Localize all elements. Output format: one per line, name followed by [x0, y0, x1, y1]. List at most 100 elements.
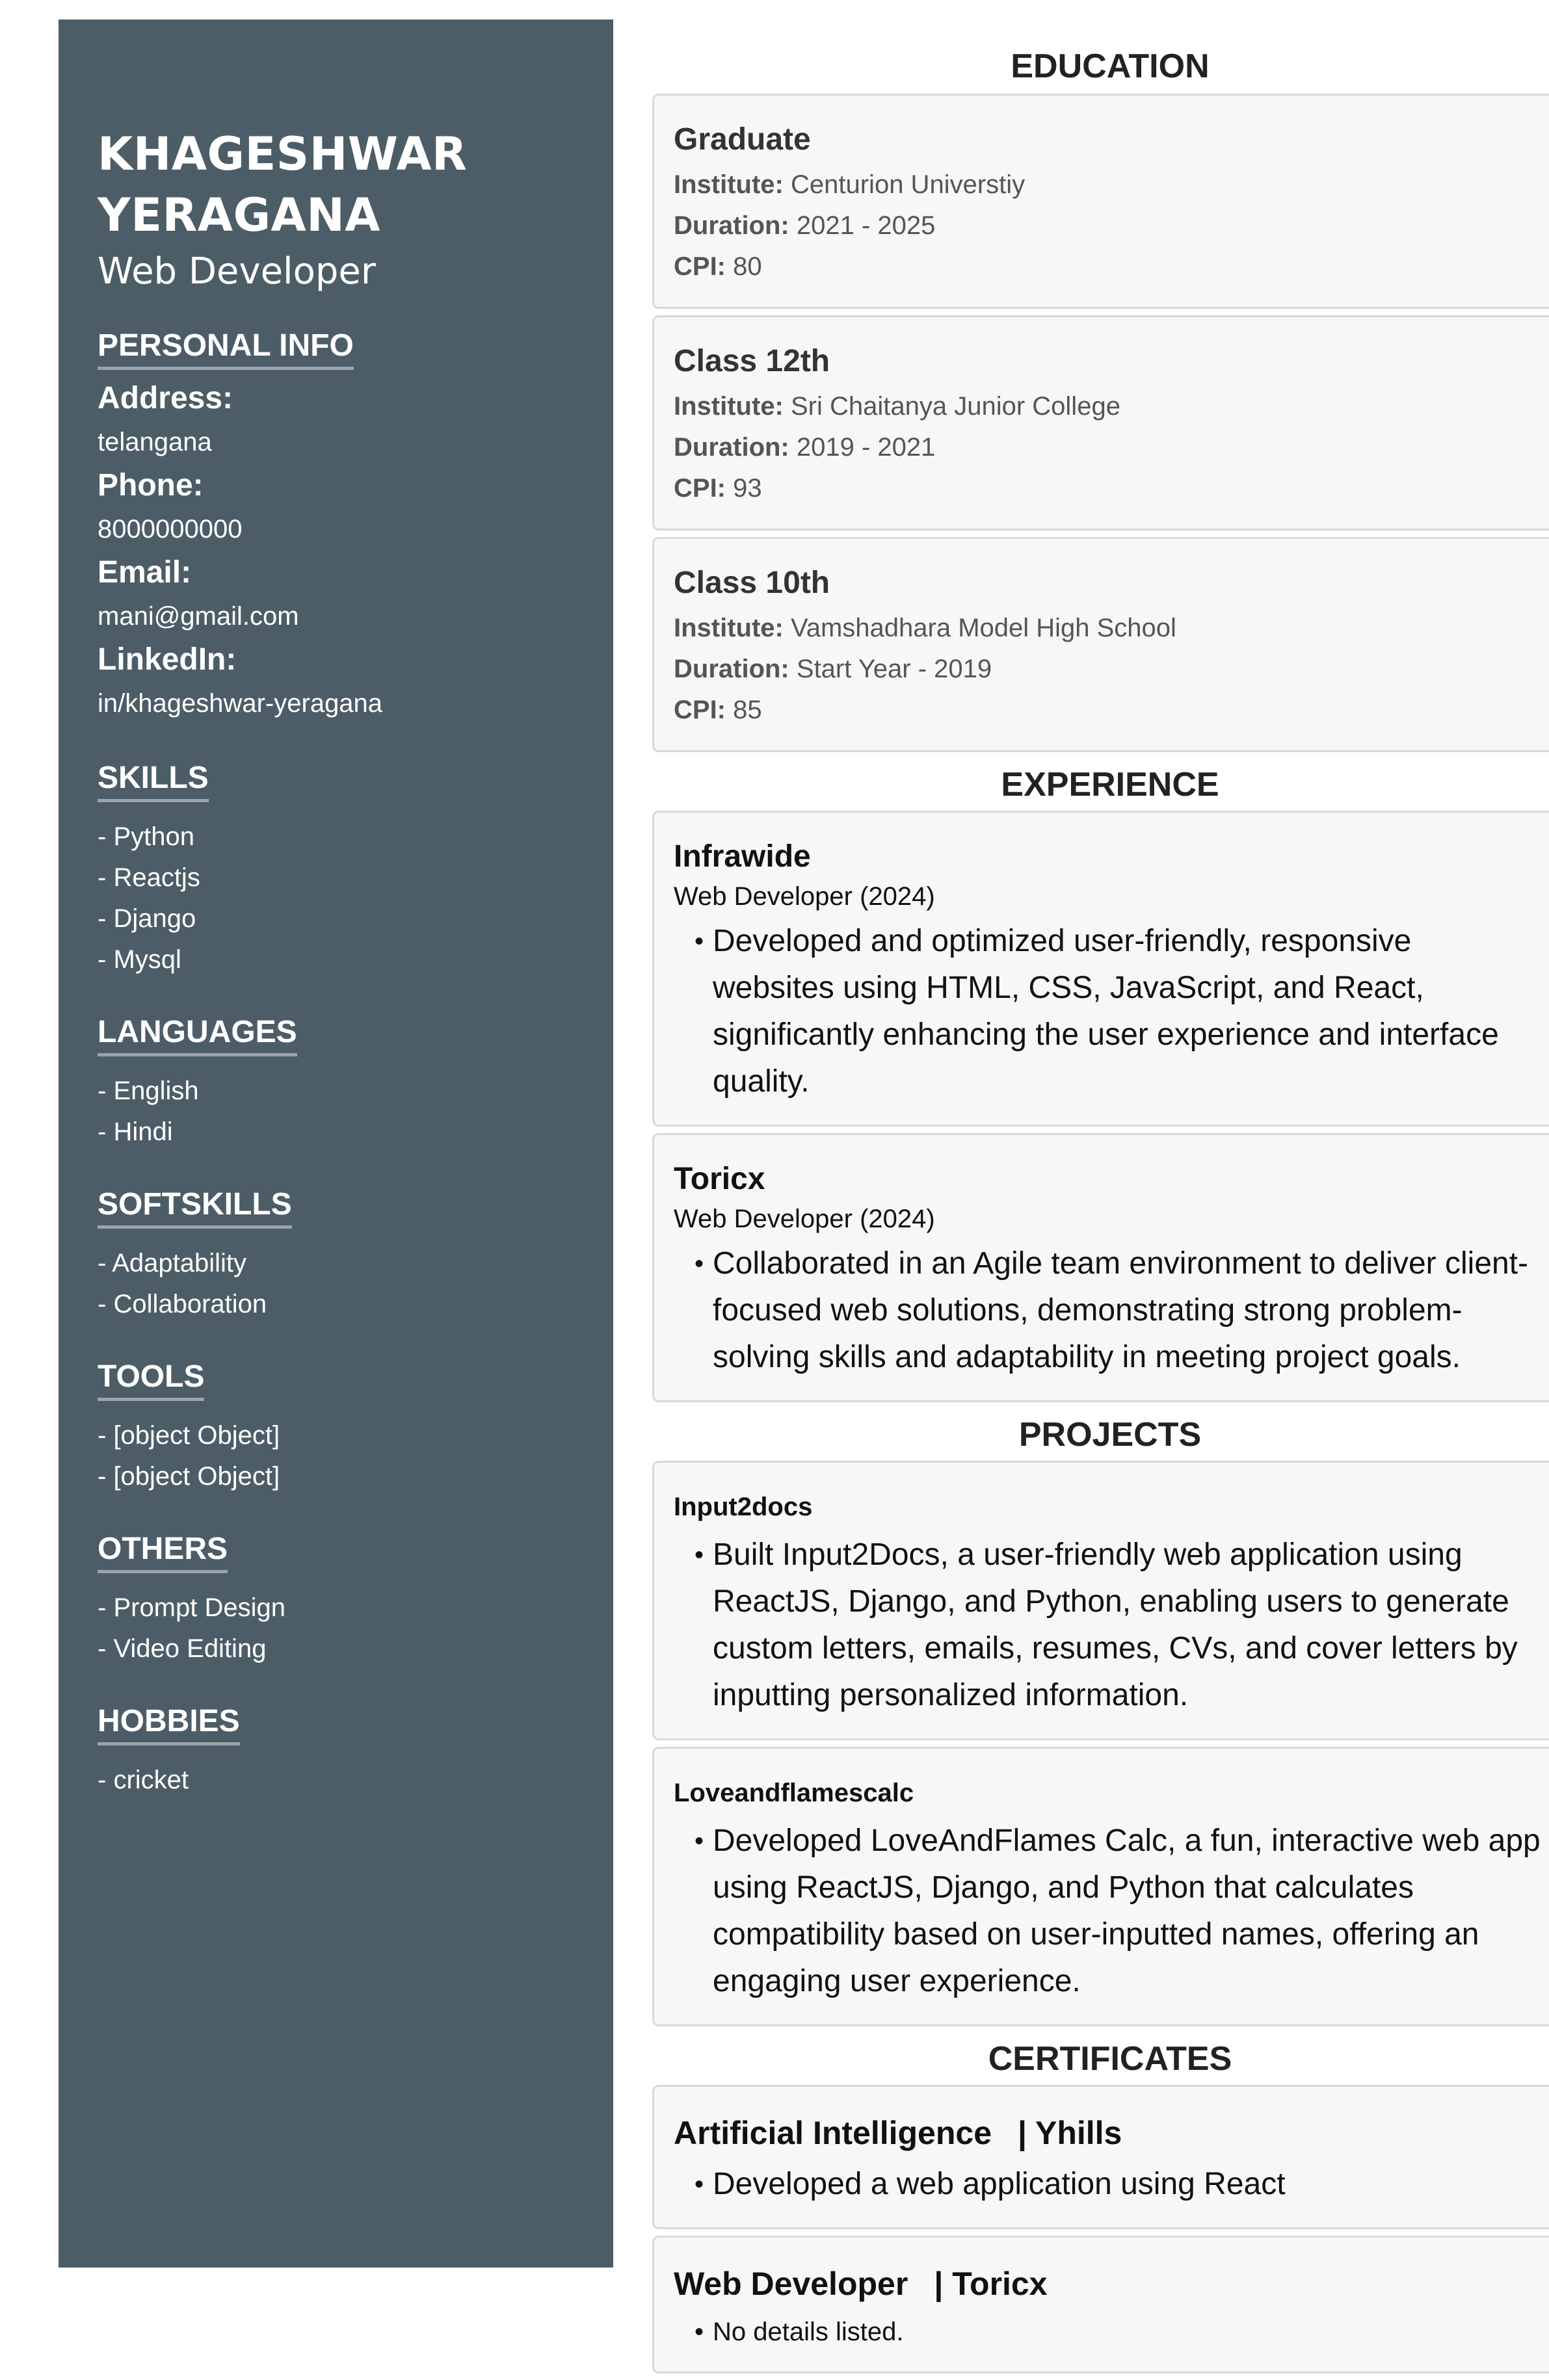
- certificate-card: Artificial Intelligence | Yhills Develope…: [652, 2085, 1549, 2229]
- duration-value: 2021 - 2025: [796, 211, 936, 240]
- skill-item: Python: [98, 817, 574, 857]
- duration-value: 2019 - 2021: [796, 433, 936, 462]
- project-card: Loveandflamescalc Developed LoveAndFlame…: [652, 1747, 1549, 2026]
- education-duration: Duration: 2019 - 2021: [674, 427, 1541, 468]
- education-title: Graduate: [674, 122, 811, 157]
- skills-list: Python Reactjs Django Mysql: [98, 817, 574, 980]
- address-value: telangana: [98, 428, 212, 456]
- experience-bullet: Collaborated in an Agile team environmen…: [695, 1240, 1541, 1381]
- certificate-title: Web Developer | Toricx: [674, 2261, 1541, 2307]
- education-institute: Institute: Sri Chaitanya Junior College: [674, 386, 1541, 427]
- education-cpi: CPI: 93: [674, 468, 1541, 509]
- project-title: Loveandflamescalc: [674, 1779, 914, 1807]
- experience-heading: EXPERIENCE: [1001, 766, 1219, 804]
- name-line-2: YERAGANA: [98, 189, 380, 242]
- education-title: Class 12th: [674, 344, 830, 378]
- softskills-list: Adaptability Collaboration: [98, 1243, 574, 1325]
- education-card: Graduate Institute: Centurion Universtiy…: [652, 94, 1549, 309]
- skills-heading: SKILLS: [98, 759, 209, 802]
- institute-value: Vamshadhara Model High School: [791, 614, 1176, 642]
- certificate-bullets: No details listed.: [674, 2312, 1541, 2352]
- experience-role: Web Developer (2024): [674, 1205, 935, 1233]
- institute-label: Institute:: [674, 170, 784, 199]
- email-value: mani@gmail.com: [98, 602, 299, 631]
- institute-value: Sri Chaitanya Junior College: [791, 392, 1120, 421]
- email-label: Email:: [98, 555, 192, 590]
- linkedin-value: in/khageshwar-yeragana: [98, 689, 383, 718]
- skill-item: Mysql: [98, 939, 574, 980]
- project-bullet: Built Input2Docs, a user-friendly web ap…: [695, 1532, 1541, 1719]
- tools-heading: TOOLS: [98, 1357, 205, 1401]
- main-content: EDUCATION Graduate Institute: Centurion …: [652, 46, 1549, 2380]
- institute-label: Institute:: [674, 392, 784, 421]
- cpi-value: 85: [733, 696, 762, 724]
- institute-value: Centurion Universtiy: [791, 170, 1026, 199]
- sidebar: KHAGESHWAR YERAGANA Web Developer PERSON…: [59, 20, 613, 2268]
- certificate-bullet: Developed a web application using React: [695, 2161, 1541, 2208]
- others-list: Prompt Design Video Editing: [98, 1588, 574, 1669]
- cpi-label: CPI:: [674, 252, 726, 281]
- softskill-item: Adaptability: [98, 1243, 574, 1284]
- tools-section: TOOLS [object Object] [object Object]: [98, 1357, 574, 1497]
- experience-bullets: Developed and optimized user-friendly, r…: [674, 918, 1541, 1105]
- softskills-heading: SOFTSKILLS: [98, 1185, 292, 1229]
- project-bullets: Built Input2Docs, a user-friendly web ap…: [674, 1532, 1541, 1719]
- certificate-title: Artificial Intelligence | Yhills: [674, 2110, 1541, 2156]
- languages-list: English Hindi: [98, 1071, 574, 1153]
- duration-label: Duration:: [674, 655, 789, 683]
- language-item: English: [98, 1071, 574, 1112]
- projects-heading: PROJECTS: [1018, 1416, 1202, 1454]
- education-cpi: CPI: 80: [674, 246, 1541, 287]
- institute-label: Institute:: [674, 614, 784, 642]
- skill-item: Django: [98, 898, 574, 939]
- cpi-value: 80: [733, 252, 762, 281]
- education-cpi: CPI: 85: [674, 690, 1541, 731]
- experience-card: Infrawide Web Developer (2024) Developed…: [652, 811, 1549, 1127]
- certificates-heading: CERTIFICATES: [988, 2040, 1232, 2078]
- skills-section: SKILLS Python Reactjs Django Mysql: [98, 759, 574, 980]
- cpi-label: CPI:: [674, 696, 726, 724]
- softskills-section: SOFTSKILLS Adaptability Collaboration: [98, 1185, 574, 1325]
- project-card: Input2docs Built Input2Docs, a user-frie…: [652, 1461, 1549, 1740]
- hobby-item: cricket: [98, 1760, 574, 1801]
- project-title: Input2docs: [674, 1493, 813, 1521]
- linkedin-label: LinkedIn:: [98, 642, 237, 677]
- experience-role: Web Developer (2024): [674, 882, 935, 911]
- experience-bullet: Developed and optimized user-friendly, r…: [695, 918, 1541, 1105]
- cpi-value: 93: [733, 474, 762, 503]
- name-line-1: KHAGESHWAR: [98, 127, 468, 181]
- language-item: Hindi: [98, 1112, 574, 1153]
- education-institute: Institute: Centurion Universtiy: [674, 164, 1541, 205]
- others-section: OTHERS Prompt Design Video Editing: [98, 1530, 574, 1669]
- hobbies-section: HOBBIES cricket: [98, 1702, 574, 1801]
- education-institute: Institute: Vamshadhara Model High School: [674, 608, 1541, 649]
- education-card: Class 12th Institute: Sri Chaitanya Juni…: [652, 315, 1549, 530]
- duration-label: Duration:: [674, 211, 789, 240]
- certificate-issuer: | Toricx: [934, 2266, 1048, 2302]
- personal-info-heading: PERSONAL INFO: [98, 326, 354, 370]
- education-heading: EDUCATION: [1011, 47, 1210, 85]
- languages-section: LANGUAGES English Hindi: [98, 1013, 574, 1153]
- languages-heading: LANGUAGES: [98, 1013, 297, 1056]
- softskill-item: Collaboration: [98, 1284, 574, 1325]
- skill-item: Reactjs: [98, 857, 574, 898]
- tools-list: [object Object] [object Object]: [98, 1415, 574, 1497]
- phone-value: 8000000000: [98, 515, 243, 543]
- hobbies-list: cricket: [98, 1760, 574, 1801]
- experience-company: Toricx: [674, 1162, 765, 1196]
- education-duration: Duration: 2021 - 2025: [674, 205, 1541, 246]
- experience-company: Infrawide: [674, 839, 811, 874]
- tool-item: [object Object]: [98, 1415, 574, 1456]
- certificate-issuer: | Yhills: [1018, 2115, 1122, 2151]
- cpi-label: CPI:: [674, 474, 726, 503]
- experience-bullets: Collaborated in an Agile team environmen…: [674, 1240, 1541, 1381]
- duration-value: Start Year - 2019: [796, 655, 992, 683]
- duration-label: Duration:: [674, 433, 789, 462]
- tool-item: [object Object]: [98, 1456, 574, 1497]
- certificate-name: Artificial Intelligence: [674, 2115, 992, 2151]
- personal-info-section: PERSONAL INFO Address: telangana Phone: …: [98, 326, 574, 726]
- education-duration: Duration: Start Year - 2019: [674, 649, 1541, 690]
- project-bullet: Developed LoveAndFlames Calc, a fun, int…: [695, 1818, 1541, 2005]
- address-label: Address:: [98, 381, 233, 415]
- certificate-bullet: No details listed.: [695, 2312, 1541, 2352]
